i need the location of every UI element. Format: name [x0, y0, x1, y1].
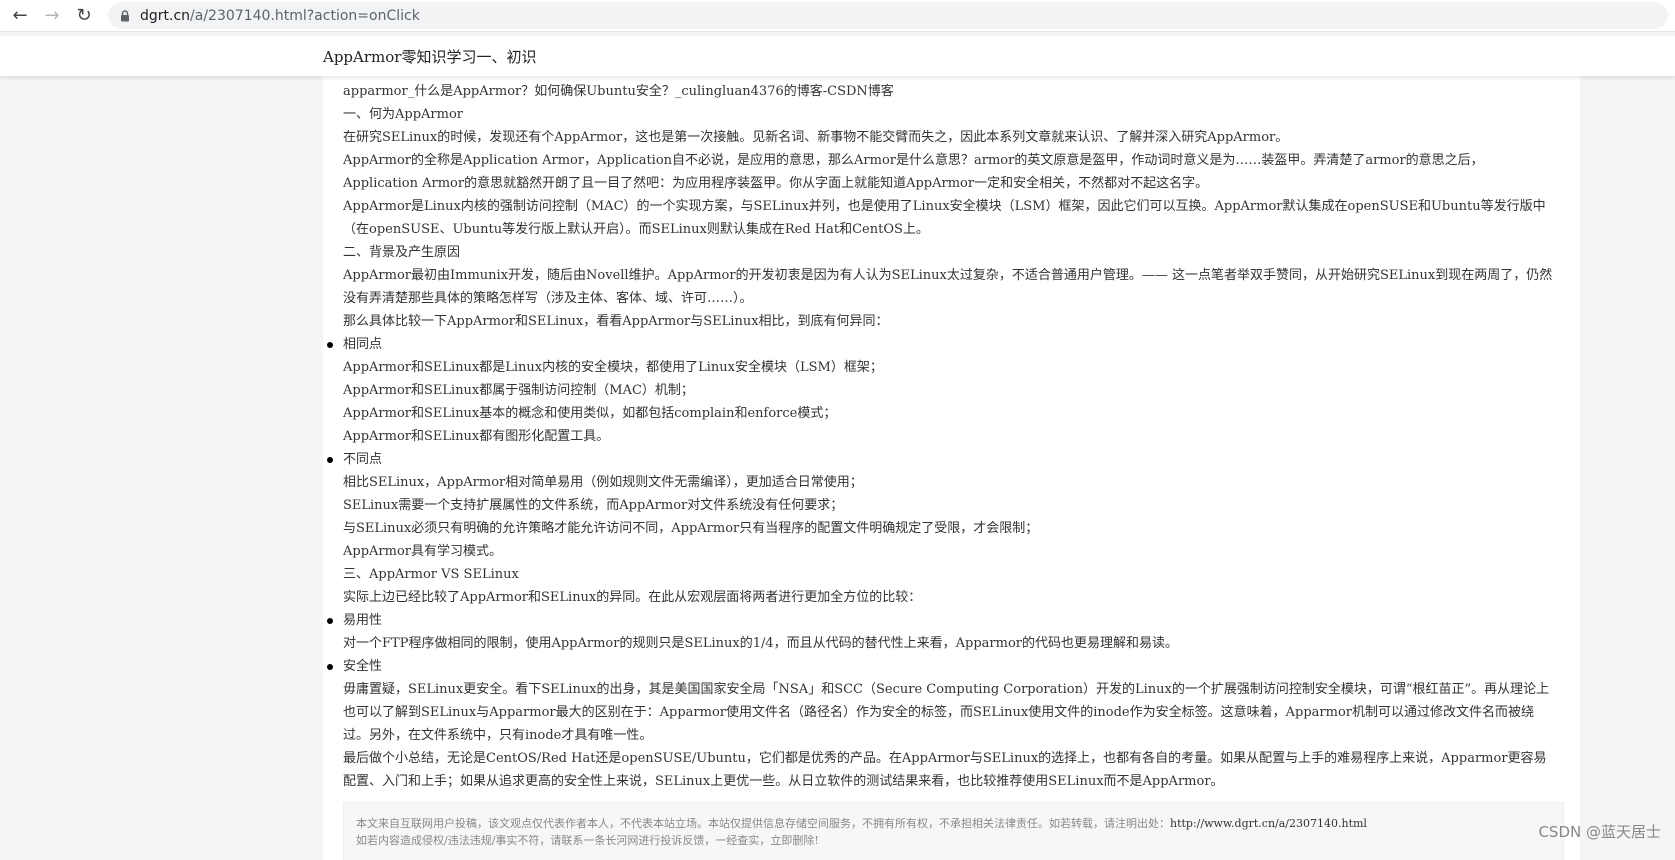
diff-point: 相比SELinux，AppArmor相对简单易用（例如规则文件无需编译），更加适…	[343, 475, 863, 490]
back-button[interactable]: ←	[8, 3, 32, 27]
copyright-line: 本文来自互联网用户投稿，该文观点仅代表作者本人，不代表本站立场。本站仅提供信息存…	[356, 815, 1551, 832]
address-bar[interactable]: dgrt.cn/a/2307140.html?action=onClick	[108, 2, 1668, 29]
copyright-notice: 本文来自互联网用户投稿，该文观点仅代表作者本人，不代表本站立场。本站仅提供信息存…	[343, 802, 1564, 860]
article-paragraph: apparmor_什么是AppArmor？如何确保Ubuntu安全？_culin…	[343, 84, 894, 99]
source-link[interactable]: http://www.dgrt.cn/a/2307140.html	[1170, 817, 1367, 830]
article-card: apparmor_什么是AppArmor？如何确保Ubuntu安全？_culin…	[323, 70, 1580, 860]
url-text[interactable]: dgrt.cn/a/2307140.html?action=onClick	[140, 8, 420, 24]
article-paragraph: 在研究SELinux的时候，发现还有个AppArmor，这也是第一次接触。见新名…	[343, 130, 1289, 145]
article-body: apparmor_什么是AppArmor？如何确保Ubuntu安全？_culin…	[327, 80, 1558, 793]
url-path: /a/2307140.html?action=onClick	[190, 7, 420, 24]
same-point: AppArmor和SELinux都属于强制访问控制（MAC）机制；	[343, 383, 694, 398]
arrow-right-icon: →	[44, 4, 60, 26]
security-list: 安全性	[327, 655, 1558, 678]
same-list: 相同点	[327, 333, 1558, 356]
list-item: 安全性	[327, 655, 1558, 678]
list-item: 相同点	[327, 333, 1558, 356]
watermark: CSDN @蓝天居士	[1538, 823, 1661, 841]
lock-icon	[120, 9, 130, 22]
forward-button[interactable]: →	[40, 3, 64, 27]
diff-list: 不同点	[327, 448, 1558, 471]
article-paragraph: 毋庸置疑，SELinux更安全。看下SELinux的出身，其是美国国家安全局「N…	[343, 682, 1550, 743]
copyright-line: 如若内容造成侵权/违法违规/事实不符，请联系一条长河网进行投诉反馈，一经查实，立…	[356, 834, 819, 847]
diff-point: 与SELinux必须只有明确的允许策略才能允许访问不同，AppArmor只有当程…	[343, 521, 1039, 536]
page-title: AppArmor零知识学习一、初识	[323, 48, 537, 66]
browser-toolbar: ← → ↻ dgrt.cn/a/2307140.html?action=onCl…	[0, 0, 1675, 32]
same-point: AppArmor和SELinux基本的概念和使用类似，如都包括complain和…	[343, 406, 837, 421]
section-heading: 一、何为AppArmor	[343, 107, 464, 122]
article-paragraph: AppArmor最初由Immunix开发，随后由Novell维护。AppArmo…	[343, 268, 1553, 306]
reload-button[interactable]: ↻	[72, 3, 96, 27]
copyright-text: 本文来自互联网用户投稿，该文观点仅代表作者本人，不代表本站立场。本站仅提供信息存…	[356, 817, 1170, 830]
list-item: 不同点	[327, 448, 1558, 471]
article-paragraph: 那么具体比较一下AppArmor和SELinux，看看AppArmor与SELi…	[343, 314, 889, 329]
list-item: 易用性	[327, 609, 1558, 632]
arrow-left-icon: ←	[12, 4, 28, 26]
diff-point: AppArmor具有学习模式。	[343, 544, 503, 559]
ease-list: 易用性	[327, 609, 1558, 632]
reload-icon: ↻	[76, 4, 92, 26]
section-heading: 二、背景及产生原因	[343, 245, 461, 260]
diff-point: SELinux需要一个支持扩展属性的文件系统，而AppArmor对文件系统没有任…	[343, 498, 844, 513]
site-header: AppArmor零知识学习一、初识	[0, 36, 1675, 76]
section-heading: 三、AppArmor VS SELinux	[343, 567, 519, 582]
article-paragraph: AppArmor的全称是Application Armor，Applicatio…	[343, 153, 1484, 191]
article-paragraph: 对一个FTP程序做相同的限制，使用AppArmor的规则只是SELinux的1/…	[343, 636, 1178, 651]
same-point: AppArmor和SELinux都是Linux内核的安全模块，都使用了Linux…	[343, 360, 883, 375]
article-paragraph: 实际上边已经比较了AppArmor和SELinux的异同。在此从宏观层面将两者进…	[343, 590, 922, 605]
url-domain: dgrt.cn	[140, 7, 191, 24]
article-paragraph: 最后做个小总结，无论是CentOS/Red Hat还是openSUSE/Ubun…	[343, 751, 1547, 789]
same-point: AppArmor和SELinux都有图形化配置工具。	[343, 429, 610, 444]
article-paragraph: AppArmor是Linux内核的强制访问控制（MAC）的一个实现方案，与SEL…	[343, 199, 1546, 237]
